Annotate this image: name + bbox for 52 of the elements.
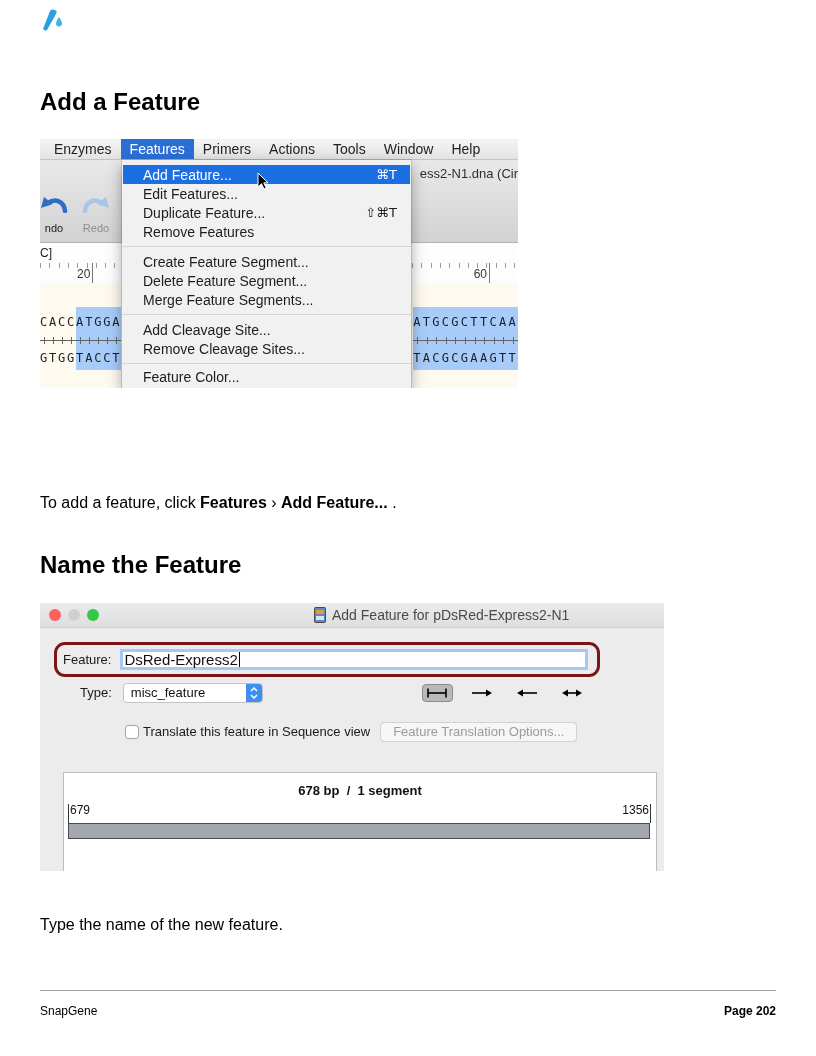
undo-button[interactable]: ndo <box>40 193 68 235</box>
field-label: Type: <box>80 685 112 701</box>
stepper-icon <box>245 684 262 702</box>
footer-brand: SnapGene <box>40 1004 98 1018</box>
type-select[interactable]: misc_feature <box>122 683 263 703</box>
menu-item[interactable]: Remove Cleavage Sites... <box>123 339 410 358</box>
sequence-name: C] <box>40 246 52 260</box>
checkbox[interactable] <box>125 725 139 739</box>
bracket-line-icon <box>426 688 449 698</box>
section-heading: Add a Feature <box>40 87 201 117</box>
right-arrow-icon <box>471 688 494 698</box>
menu-item[interactable]: Feature Color... <box>123 369 410 385</box>
menu-item[interactable]: Delete Feature Segment... <box>123 271 410 290</box>
dna-sequence-text: CACC <box>40 314 77 331</box>
menu-item[interactable]: Edit Features... <box>123 184 410 203</box>
page-number: Page 202 <box>723 1004 776 1018</box>
menu-bar-item[interactable]: Tools <box>324 139 375 159</box>
menu-item[interactable]: Add Cleavage Site... <box>123 320 410 339</box>
menu-bar-item[interactable]: Help <box>442 139 490 159</box>
window-title: ess2-N1.dna (Cir <box>419 165 518 182</box>
menu-bar-item[interactable]: Primers <box>193 139 261 159</box>
dna-sequence-text: TACGCGAAGTT <box>413 350 518 367</box>
section-heading: Name the Feature <box>40 550 242 580</box>
keyboard-shortcut: ⇧⌘T <box>365 204 397 221</box>
menu-item[interactable]: Create Feature Segment... <box>123 252 410 271</box>
keyboard-shortcut: ⌘T <box>376 166 397 183</box>
tube-drop-logo-icon <box>42 8 62 32</box>
left-arrow-icon <box>516 688 539 698</box>
caption-text: Type the name of the new feature. <box>40 915 283 935</box>
checkbox-label: Translate this feature in Sequence view <box>143 724 371 740</box>
document-icon <box>314 607 326 623</box>
direction-button[interactable] <box>421 684 453 702</box>
dna-sequence-text: ATGCGCTTCAA <box>413 314 518 331</box>
map-summary: 678 bp / 1 segment <box>298 783 422 799</box>
menu-bar-item[interactable]: Features <box>120 139 194 159</box>
double-arrow-icon <box>561 688 584 698</box>
field-label: Feature: <box>63 651 112 668</box>
menu-bar-item[interactable]: Window <box>374 139 443 159</box>
menu-item[interactable]: Remove Features <box>123 222 410 241</box>
dna-sequence-text: GTGG <box>40 350 77 367</box>
menu-bar-item[interactable]: Actions <box>260 139 324 159</box>
text-cursor-icon <box>238 652 240 667</box>
dna-sequence-text: ATGGA <box>76 314 122 331</box>
menu-bar-item[interactable]: Enzymes <box>45 139 121 159</box>
dna-sequence-text: TACCT <box>76 350 122 367</box>
caption-text: To add a feature, click Features › Add Feature... . <box>40 493 397 513</box>
menu-item[interactable]: Merge Feature Segments... <box>123 290 410 309</box>
menu-item[interactable]: Duplicate Feature... ⇧⌘T <box>123 203 410 222</box>
feature-name-field[interactable]: DsRed-Express2 <box>120 649 588 670</box>
window-title: Add Feature for pDsRed-Express2-N1 <box>332 607 570 623</box>
mouse-pointer-icon <box>257 172 269 190</box>
menu-item[interactable]: Add Feature... ⌘T <box>123 165 410 184</box>
